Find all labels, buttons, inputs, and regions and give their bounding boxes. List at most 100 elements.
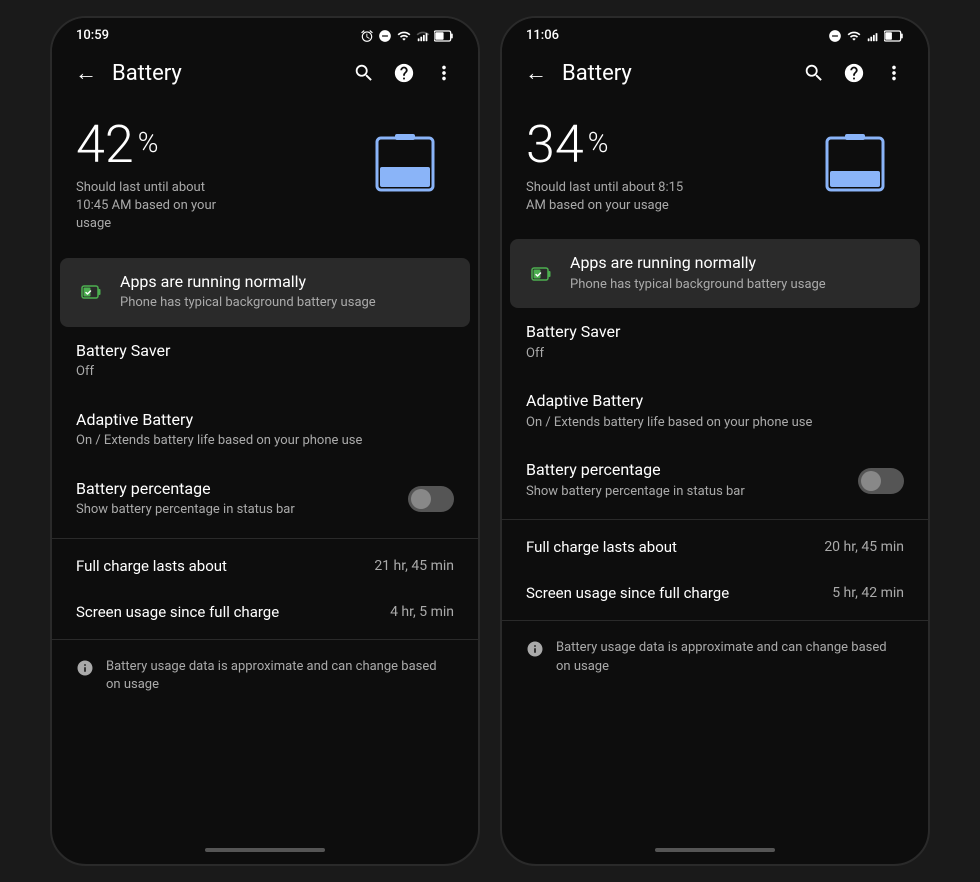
apps-status-subtitle-left: Phone has typical background battery usa… — [120, 294, 454, 312]
back-button-left[interactable]: ← — [68, 55, 104, 91]
battery-percentage-title-right: Battery percentage — [526, 460, 858, 481]
help-icon — [393, 62, 415, 84]
battery-ok-icon — [80, 280, 104, 304]
wifi-icon-right — [846, 29, 862, 43]
toggle-knob-right — [861, 471, 881, 491]
divider-2-right — [502, 620, 928, 621]
apps-status-item-right[interactable]: Apps are running normally Phone has typi… — [510, 239, 920, 308]
battery-saver-subtitle-right: Off — [526, 345, 904, 363]
adaptive-battery-item-left[interactable]: Adaptive Battery On / Extends battery li… — [52, 396, 478, 465]
screen-usage-row-right: Screen usage since full charge 5 hr, 42 … — [502, 570, 928, 616]
adaptive-battery-content-left: Adaptive Battery On / Extends battery li… — [76, 410, 454, 451]
footer-note-left: Battery usage data is approximate and ca… — [52, 644, 478, 708]
screen-usage-label-right: Screen usage since full charge — [526, 584, 729, 602]
toggle-knob-left — [411, 489, 431, 509]
battery-check-icon-left — [76, 276, 108, 308]
full-charge-value-left: 21 hr, 45 min — [374, 558, 454, 574]
battery-visual-icon — [369, 124, 449, 204]
more-button-left[interactable] — [426, 55, 462, 91]
battery-estimate-left: Should last until about10:45 AM based on… — [76, 179, 348, 234]
battery-check-icon-right — [526, 258, 558, 290]
status-icons-right — [828, 29, 904, 43]
full-charge-value-right: 20 hr, 45 min — [824, 539, 904, 555]
divider-2-left — [52, 639, 478, 640]
battery-percentage-toggle-right[interactable] — [858, 468, 904, 494]
dnd-icon — [378, 29, 392, 43]
search-icon — [353, 62, 375, 84]
back-button-right[interactable]: ← — [518, 55, 554, 91]
apps-status-item-left[interactable]: Apps are running normally Phone has typi… — [60, 258, 470, 327]
search-button-left[interactable] — [346, 55, 382, 91]
battery-saver-content-right: Battery Saver Off — [526, 322, 904, 363]
more-button-right[interactable] — [876, 55, 912, 91]
battery-percentage-item-left[interactable]: Battery percentage Show battery percenta… — [52, 465, 478, 534]
adaptive-battery-content-right: Adaptive Battery On / Extends battery li… — [526, 391, 904, 432]
signal-icon — [416, 29, 430, 43]
screen-usage-label-left: Screen usage since full charge — [76, 603, 279, 621]
status-bar-left: 10:59 — [52, 18, 478, 47]
battery-percentage-right: 34 % — [526, 119, 798, 171]
search-button-right[interactable] — [796, 55, 832, 91]
battery-percentage-item-right[interactable]: Battery percentage Show battery percenta… — [502, 446, 928, 515]
screen-usage-row-left: Screen usage since full charge 4 hr, 5 m… — [52, 589, 478, 635]
footer-note-right: Battery usage data is approximate and ca… — [502, 625, 928, 689]
dnd-icon-right — [828, 29, 842, 43]
help-button-left[interactable] — [386, 55, 422, 91]
info-icon-right — [526, 640, 544, 663]
status-time-right: 11:06 — [526, 28, 559, 43]
info-circle-icon-right — [526, 640, 544, 658]
apps-status-content-left: Apps are running normally Phone has typi… — [120, 272, 454, 313]
menu-section-left: Apps are running normally Phone has typi… — [52, 258, 478, 840]
adaptive-battery-title-right: Adaptive Battery — [526, 391, 904, 412]
battery-percentage-content-left: Battery percentage Show battery percenta… — [76, 479, 408, 520]
battery-percentage-subtitle-right: Show battery percentage in status bar — [526, 483, 858, 501]
apps-status-title-left: Apps are running normally — [120, 272, 454, 293]
battery-text-left: 42 % Should last until about10:45 AM bas… — [76, 119, 348, 234]
home-indicator-right[interactable] — [655, 848, 775, 852]
battery-text-right: 34 % Should last until about 8:15AM base… — [526, 119, 798, 215]
battery-info-right: 34 % Should last until about 8:15AM base… — [502, 99, 928, 239]
battery-saver-title-right: Battery Saver — [526, 322, 904, 343]
battery-visual-icon-right — [819, 124, 899, 204]
battery-percentage-left: 42 % — [76, 119, 348, 171]
alarm-icon — [360, 29, 374, 43]
battery-saver-item-right[interactable]: Battery Saver Off — [502, 308, 928, 377]
battery-icon-right — [814, 119, 904, 209]
help-icon-right — [843, 62, 865, 84]
full-charge-label-left: Full charge lasts about — [76, 557, 227, 575]
app-bar-left: ← Battery — [52, 47, 478, 99]
signal-icon-right — [866, 29, 880, 43]
home-indicator-left[interactable] — [205, 848, 325, 852]
app-bar-actions-right — [796, 55, 912, 91]
battery-ok-icon-right — [530, 262, 554, 286]
battery-saver-content-left: Battery Saver Off — [76, 341, 454, 382]
adaptive-battery-item-right[interactable]: Adaptive Battery On / Extends battery li… — [502, 377, 928, 446]
search-icon-right — [803, 62, 825, 84]
help-button-right[interactable] — [836, 55, 872, 91]
info-icon-left — [76, 659, 94, 682]
app-bar-actions-left — [346, 55, 462, 91]
screen-usage-value-left: 4 hr, 5 min — [390, 604, 454, 620]
divider-1-right — [502, 519, 928, 520]
battery-percentage-title-left: Battery percentage — [76, 479, 408, 500]
apps-status-subtitle-right: Phone has typical background battery usa… — [570, 276, 904, 294]
apps-status-title-right: Apps are running normally — [570, 253, 904, 274]
footer-note-text-right: Battery usage data is approximate and ca… — [556, 639, 904, 675]
apps-status-content-right: Apps are running normally Phone has typi… — [570, 253, 904, 294]
status-bar-right: 11:06 — [502, 18, 928, 47]
battery-saver-item-left[interactable]: Battery Saver Off — [52, 327, 478, 396]
divider-1-left — [52, 538, 478, 539]
phone-right: 11:06 ← — [500, 16, 930, 866]
menu-section-right: Apps are running normally Phone has typi… — [502, 239, 928, 840]
full-charge-row-right: Full charge lasts about 20 hr, 45 min — [502, 524, 928, 570]
more-icon-right — [883, 62, 905, 84]
wifi-icon — [396, 29, 412, 43]
battery-status-icon — [434, 30, 454, 42]
full-charge-label-right: Full charge lasts about — [526, 538, 677, 556]
battery-info-left: 42 % Should last until about10:45 AM bas… — [52, 99, 478, 258]
battery-percentage-toggle-left[interactable] — [408, 486, 454, 512]
status-icons-left — [360, 29, 454, 43]
battery-percentage-subtitle-left: Show battery percentage in status bar — [76, 501, 408, 519]
battery-saver-subtitle-left: Off — [76, 363, 454, 381]
page-title-right: Battery — [562, 61, 788, 86]
